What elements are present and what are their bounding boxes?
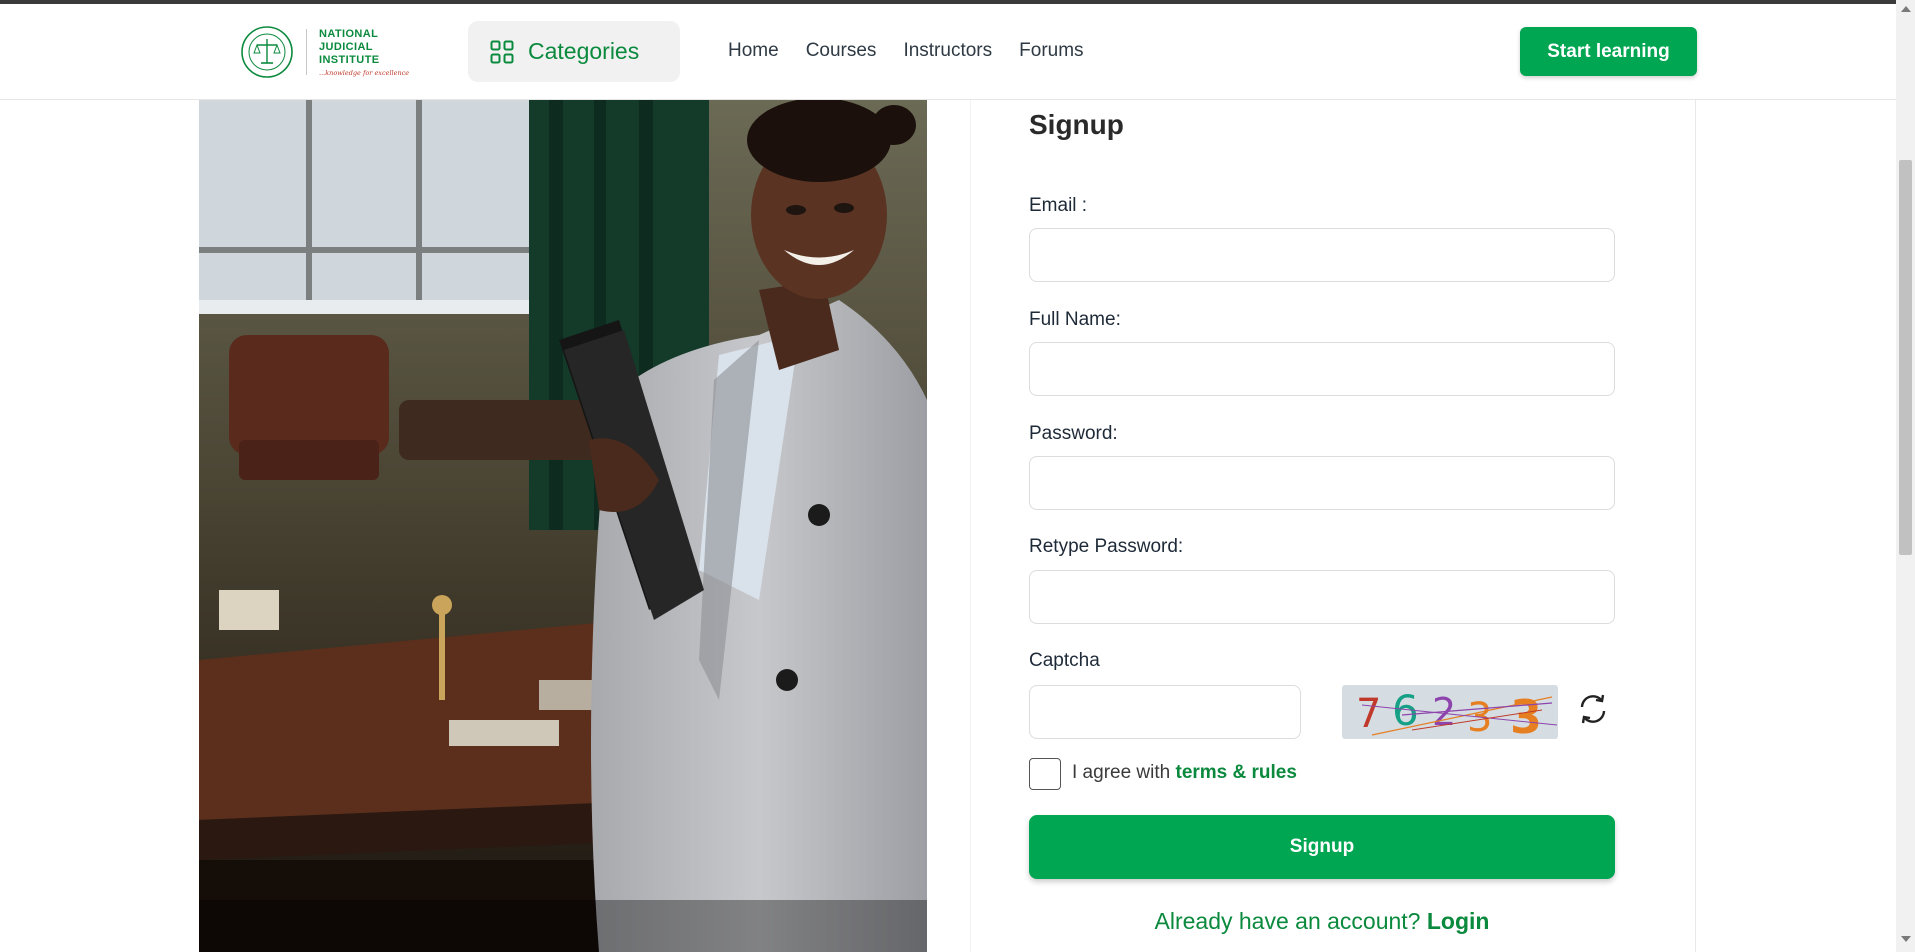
logo-divider [306,29,307,75]
start-learning-button[interactable]: Start learning [1520,27,1697,76]
site-header: NATIONAL JUDICIAL INSTITUTE ...knowledge… [0,4,1896,100]
email-field[interactable] [1029,228,1615,282]
scroll-thumb[interactable] [1899,160,1912,555]
terms-checkbox[interactable] [1029,758,1061,790]
captcha-label: Captcha [1029,650,1100,671]
page-scrollbar[interactable] [1896,0,1915,952]
site-logo[interactable]: NATIONAL JUDICIAL INSTITUTE ...knowledge… [240,24,409,80]
password-field[interactable] [1029,456,1615,510]
terms-link[interactable]: terms & rules [1176,762,1297,783]
logo-line-3: INSTITUTE [319,53,380,66]
captcha-char-1: 7 [1356,691,1381,737]
logo-line-2: JUDICIAL [319,40,373,53]
main-nav: Home Courses Instructors Forums [728,40,1111,62]
nav-forums[interactable]: Forums [1019,40,1083,62]
logo-tagline: ...knowledge for excellence [319,68,410,77]
nav-home[interactable]: Home [728,40,779,62]
lawyer-photo [199,100,927,952]
captcha-image: 7 6 2 3 3 [1342,685,1558,739]
signup-button[interactable]: Signup [1029,815,1615,879]
grid-icon [490,40,514,63]
logo-line-1: NATIONAL [319,27,379,40]
fullname-field[interactable] [1029,342,1615,396]
categories-label: Categories [528,38,640,64]
seal-icon [241,26,293,78]
password-label: Password: [1029,423,1118,444]
retype-password-field[interactable] [1029,570,1615,624]
email-label: Email : [1029,195,1088,216]
retype-password-label: Retype Password: [1029,536,1184,557]
captcha-input[interactable] [1029,685,1301,739]
hero-photo [199,100,927,952]
signup-title: Signup [1029,109,1124,140]
scroll-down-arrow-icon[interactable] [1901,936,1911,942]
categories-button[interactable]: Categories [468,21,680,82]
fullname-label: Full Name: [1029,309,1121,330]
logo-wordmark: NATIONAL JUDICIAL INSTITUTE ...knowledge… [319,28,409,77]
scroll-up-arrow-icon[interactable] [1901,6,1911,12]
terms-agreement: I agree with terms & rules [1072,762,1297,784]
nav-instructors[interactable]: Instructors [903,40,992,62]
login-link[interactable]: Login [1427,908,1490,934]
already-account-text: Already have an account? [1154,908,1427,934]
nav-courses[interactable]: Courses [806,40,877,62]
refresh-captcha-icon[interactable] [1576,692,1610,726]
login-prompt: Already have an account? Login [1029,908,1615,935]
agree-text: I agree with [1072,762,1176,783]
